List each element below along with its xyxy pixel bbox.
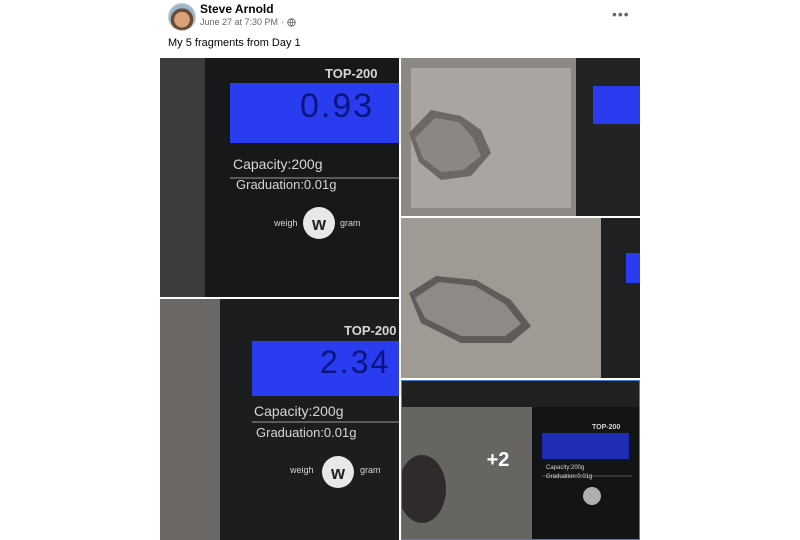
rock-on-scale-image bbox=[401, 58, 640, 216]
brand-right: gram bbox=[340, 218, 361, 228]
photo-4[interactable] bbox=[401, 218, 640, 378]
photo-1[interactable]: w TOP-200 0.93 Capacity:200g Graduation:… bbox=[160, 58, 399, 297]
globe-icon bbox=[287, 17, 296, 27]
post-meta: June 27 at 7:30 PM · bbox=[200, 17, 296, 27]
separator: · bbox=[281, 17, 285, 27]
avatar[interactable] bbox=[168, 3, 196, 31]
more-photos-count[interactable]: +2 bbox=[402, 381, 639, 539]
facebook-post: Steve Arnold June 27 at 7:30 PM · ••• My… bbox=[160, 0, 640, 540]
brand-left: weigh bbox=[274, 218, 298, 228]
brand-right: gram bbox=[360, 465, 381, 475]
capacity-label: Capacity:200g bbox=[254, 403, 344, 419]
graduation-label: Graduation:0.01g bbox=[236, 177, 337, 192]
scale-reading: 0.93 bbox=[300, 87, 375, 125]
more-options-button[interactable]: ••• bbox=[612, 6, 630, 22]
author-name[interactable]: Steve Arnold bbox=[200, 2, 274, 16]
timestamp[interactable]: June 27 at 7:30 PM bbox=[200, 17, 278, 27]
scale-model-label: TOP-200 bbox=[325, 66, 378, 81]
post-caption: My 5 fragments from Day 1 bbox=[168, 37, 301, 49]
svg-text:w: w bbox=[330, 463, 346, 483]
photo-3[interactable] bbox=[401, 58, 640, 216]
rock-on-scale-image bbox=[401, 218, 640, 378]
svg-text:w: w bbox=[311, 214, 327, 234]
capacity-label: Capacity:200g bbox=[233, 156, 323, 172]
graduation-label: Graduation:0.01g bbox=[256, 425, 357, 440]
photo-2[interactable]: w TOP-200 2.34 Capacity:200g Graduation:… bbox=[160, 299, 399, 540]
scale-model-label: TOP-200 bbox=[344, 323, 397, 338]
photo-5-more[interactable]: TOP-200 Capacity:200g Graduation:0.01g +… bbox=[401, 380, 640, 540]
brand-left: weigh bbox=[290, 465, 314, 475]
scale-reading: 2.34 bbox=[320, 344, 391, 380]
